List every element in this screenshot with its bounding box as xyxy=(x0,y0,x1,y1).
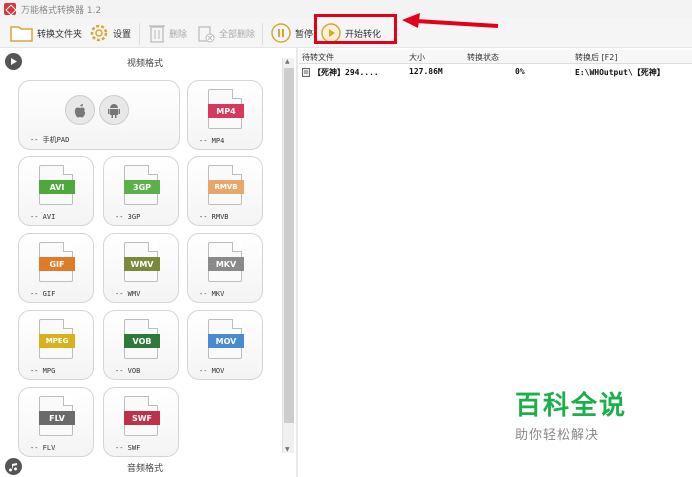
format-card-mp4[interactable]: MP4 -- MP4 xyxy=(187,80,263,150)
format-name: -- MP4 xyxy=(199,137,225,145)
gear-icon xyxy=(90,24,108,42)
watermark-subtitle: 助你轻松解决 xyxy=(515,428,600,443)
format-card-mpeg[interactable]: MPEG -- MPG xyxy=(18,310,94,380)
delete-all-label: 全部删除 xyxy=(219,29,256,40)
format-card-swf[interactable]: SWF -- SWF xyxy=(103,387,179,457)
format-name: -- MPG xyxy=(30,367,56,375)
audio-format-header[interactable]: 音频格式 xyxy=(0,455,295,477)
watermark-title: 百科全说 xyxy=(515,391,628,421)
format-tag: WMV xyxy=(124,257,160,271)
format-name: -- MKV xyxy=(199,290,225,298)
file-list-header: 待转文件 大小 转换状态 转换后 [F2] xyxy=(299,50,692,64)
video-format-label: 视频格式 xyxy=(126,59,163,69)
panel-splitter[interactable] xyxy=(296,48,298,477)
convert-folder-button[interactable]: 转换文件夹 xyxy=(10,21,82,45)
column-header-file[interactable]: 待转文件 xyxy=(302,52,334,63)
file-format-icon: FLV xyxy=(39,396,75,436)
format-scrollbar[interactable]: ▲ ▼ xyxy=(282,58,294,453)
file-format-icon: MPEG xyxy=(39,319,75,359)
file-format-icon: AVI xyxy=(39,165,75,205)
toolbar-divider xyxy=(139,23,140,45)
format-tag: MP4 xyxy=(208,104,244,118)
format-tag: 3GP xyxy=(124,180,160,194)
format-tag: SWF xyxy=(124,411,160,425)
format-card-rmvb[interactable]: RMVB -- RMVB xyxy=(187,156,263,226)
file-size-cell: 127.86M xyxy=(409,67,443,76)
format-tag: MPEG xyxy=(39,334,75,348)
format-name: -- 3GP xyxy=(115,213,141,221)
video-format-header[interactable]: 视频格式 xyxy=(0,50,295,72)
format-card-mkv[interactable]: MKV -- MKV xyxy=(187,233,263,303)
scroll-down-icon[interactable]: ▼ xyxy=(285,446,290,453)
folder-icon xyxy=(10,26,33,42)
android-icon xyxy=(99,95,129,125)
pause-icon xyxy=(271,23,291,43)
format-panel: 视频格式 -- 手机PAD MP4 -- MP4 AVI -- AVI 3GP -- 3G… xyxy=(0,48,295,477)
format-name: -- SWF xyxy=(115,444,141,452)
toolbar-divider xyxy=(262,23,263,45)
format-name: -- WMV xyxy=(115,290,141,298)
pause-label: 暂停 xyxy=(295,29,314,40)
column-header-size[interactable]: 大小 xyxy=(409,52,425,63)
format-tag: VOB xyxy=(124,334,160,348)
format-card-avi[interactable]: AVI -- AVI xyxy=(18,156,94,226)
format-card-wmv[interactable]: WMV -- WMV xyxy=(103,233,179,303)
scrollbar-thumb[interactable] xyxy=(284,68,294,423)
file-format-icon: RMVB xyxy=(208,165,244,205)
file-format-icon: SWF xyxy=(124,396,160,436)
format-name: -- RMVB xyxy=(199,213,229,221)
file-format-icon: WMV xyxy=(124,242,160,282)
format-card-vob[interactable]: VOB -- VOB xyxy=(103,310,179,380)
format-tag: AVI xyxy=(39,180,75,194)
scroll-up-icon[interactable]: ▲ xyxy=(285,58,290,65)
table-row[interactable]: 【死神】294.... 127.86M 0% E:\WHOutput\【死神】 xyxy=(299,66,692,79)
file-name-cell: 【死神】294.... xyxy=(313,68,379,77)
trash-all-icon xyxy=(198,26,215,43)
os-icons xyxy=(65,95,129,125)
delete-button[interactable]: 删除 xyxy=(148,21,187,45)
file-format-icon: MP4 xyxy=(208,89,244,129)
column-header-output[interactable]: 转换后 [F2] xyxy=(575,52,617,63)
format-tag: FLV xyxy=(39,411,75,425)
format-tag: RMVB xyxy=(208,180,244,194)
file-format-icon: MOV xyxy=(208,319,244,359)
format-tag: MKV xyxy=(208,257,244,271)
file-icon xyxy=(302,68,310,77)
format-tag: MOV xyxy=(208,334,244,348)
file-format-icon: 3GP xyxy=(124,165,160,205)
format-name: -- VOB xyxy=(115,367,141,375)
pause-button[interactable]: 暂停 xyxy=(270,21,313,45)
format-card-phone-pad[interactable]: -- 手机PAD xyxy=(18,80,180,150)
format-name: -- MOV xyxy=(199,367,225,375)
settings-label: 设置 xyxy=(113,29,132,40)
convert-folder-label: 转换文件夹 xyxy=(37,29,83,40)
audio-format-label: 音频格式 xyxy=(126,464,163,474)
file-format-icon: VOB xyxy=(124,319,160,359)
window-title: 万能格式转换器 1.2 xyxy=(21,5,102,16)
annotation-arrow-icon xyxy=(402,13,499,28)
format-name: -- 手机PAD xyxy=(30,136,70,144)
apple-icon xyxy=(65,95,95,125)
file-format-icon: MKV xyxy=(208,242,244,282)
format-card-gif[interactable]: GIF -- GIF xyxy=(18,233,94,303)
format-name: -- GIF xyxy=(30,290,56,298)
status-cell: 0% xyxy=(515,67,525,76)
column-header-status[interactable]: 转换状态 xyxy=(467,52,499,63)
delete-label: 删除 xyxy=(169,29,188,40)
format-card-3gp[interactable]: 3GP -- 3GP xyxy=(103,156,179,226)
format-name: -- AVI xyxy=(30,213,56,221)
format-grid: -- 手机PAD MP4 -- MP4 AVI -- AVI 3GP -- 3GP RMVB… xyxy=(0,78,280,458)
format-tag: GIF xyxy=(39,257,75,271)
format-name: -- FLV xyxy=(30,444,56,452)
format-card-flv[interactable]: FLV -- FLV xyxy=(18,387,94,457)
settings-button[interactable]: 设置 xyxy=(88,21,131,45)
app-logo-icon xyxy=(4,3,16,15)
watermark: 百科全说 助你轻松解决 xyxy=(515,385,645,443)
output-path-cell: E:\WHOutput\【死神】 xyxy=(575,68,665,77)
delete-all-button[interactable]: 全部删除 xyxy=(196,21,255,45)
format-card-mov[interactable]: MOV -- MOV xyxy=(187,310,263,380)
start-button-highlight xyxy=(314,14,397,44)
trash-icon xyxy=(149,25,165,43)
file-format-icon: GIF xyxy=(39,242,75,282)
